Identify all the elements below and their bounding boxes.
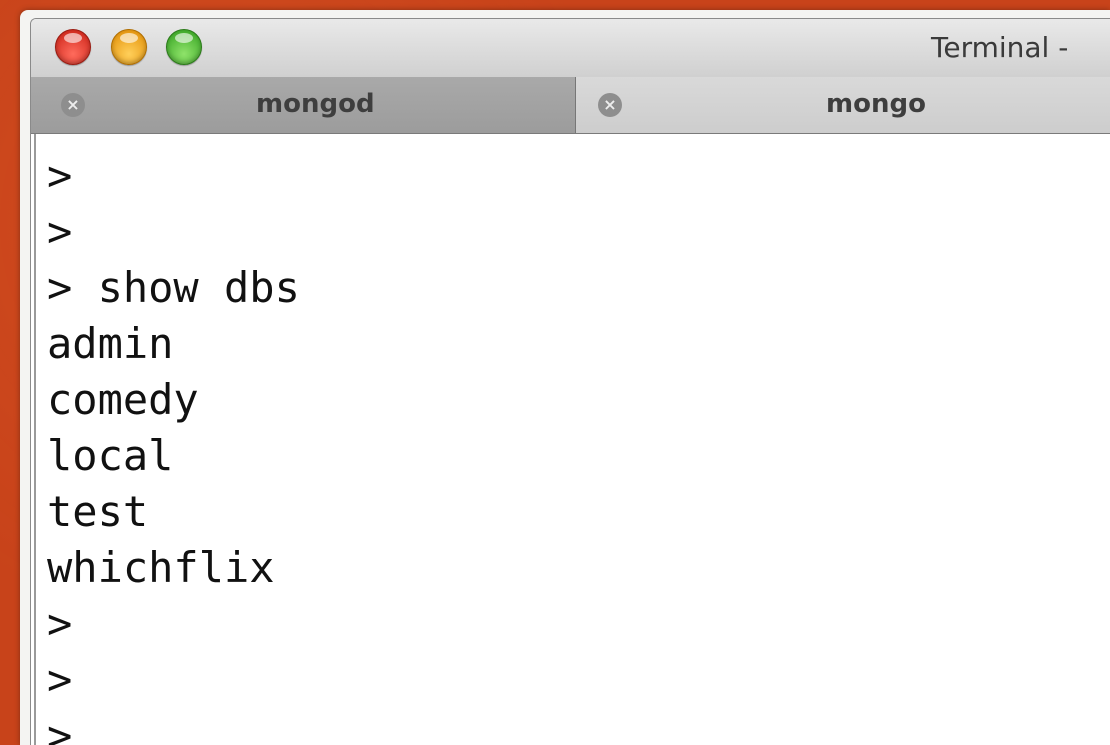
title-bar[interactable]: Terminal - (31, 19, 1110, 78)
window-title: Terminal - (931, 31, 1069, 64)
close-window-button[interactable] (55, 29, 91, 65)
terminal-line: > show dbs (47, 263, 300, 312)
terminal-line: > (47, 207, 73, 256)
zoom-window-button[interactable] (166, 29, 202, 65)
tab-bar: × mongod × mongo (31, 77, 1110, 134)
terminal-line: whichflix (47, 543, 275, 592)
tab-mongod[interactable]: × mongod (31, 77, 576, 133)
terminal-line: > (47, 151, 73, 200)
terminal-line: > (47, 599, 73, 648)
terminal-left-border (34, 134, 36, 745)
terminal-line: comedy (47, 375, 199, 424)
terminal-line: admin (47, 319, 174, 368)
terminal-output[interactable]: > > > show dbs admin comedy local test w… (31, 134, 1110, 745)
tab-close-icon[interactable]: × (598, 93, 622, 117)
tab-mongo[interactable]: × mongo (576, 77, 1110, 133)
terminal-line: test (47, 487, 149, 536)
minimize-window-button[interactable] (111, 29, 147, 65)
terminal-line: local (47, 431, 174, 480)
terminal-window: Terminal - × mongod × mongo > > > show d… (30, 18, 1110, 745)
tab-close-icon[interactable]: × (61, 93, 85, 117)
tab-label: mongod (256, 89, 375, 119)
terminal-line: > (47, 655, 73, 704)
terminal-prompt-line[interactable]: > (47, 708, 1110, 745)
tab-label: mongo (826, 89, 926, 119)
